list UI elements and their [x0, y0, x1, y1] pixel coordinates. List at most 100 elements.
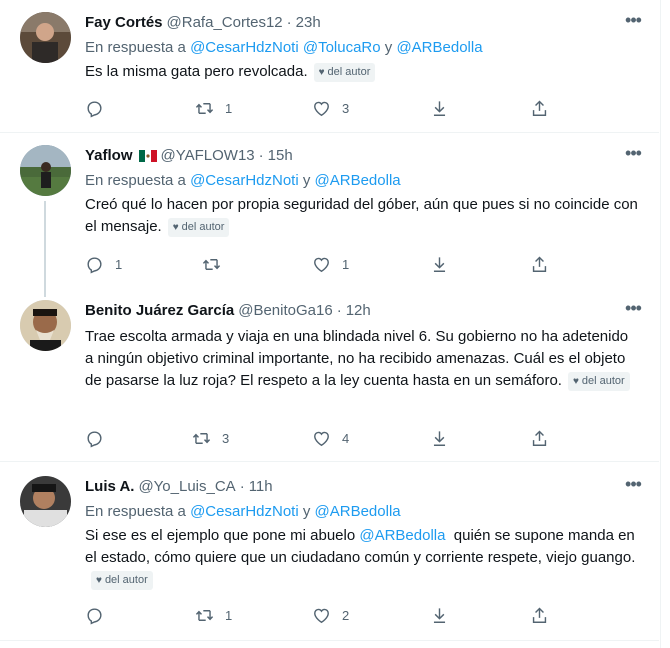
- avatar[interactable]: [20, 476, 71, 527]
- more-icon[interactable]: •••: [623, 475, 643, 498]
- download-icon: [433, 607, 446, 623]
- tweet-actions: 1 3: [85, 97, 555, 119]
- mention-link[interactable]: @ARBedolla: [315, 503, 401, 520]
- divider: [0, 640, 659, 641]
- like-count: 3: [342, 100, 350, 116]
- author-name[interactable]: Yaflow: [85, 145, 133, 167]
- author-name[interactable]: Luis A.: [85, 476, 134, 498]
- author-badge: ♥ del autor: [167, 218, 230, 237]
- tweet-actions: 1 2: [85, 604, 555, 626]
- tweet-header: Fay Cortés @Rafa_Cortes12 · 23h: [85, 12, 639, 34]
- tweet-actions: 3 4: [85, 427, 555, 449]
- avatar[interactable]: [20, 300, 71, 351]
- retweet-icon: [195, 609, 214, 621]
- mention-link[interactable]: @ARBedolla: [315, 172, 401, 189]
- share-button[interactable]: [530, 427, 549, 449]
- like-button[interactable]: 2: [312, 604, 349, 626]
- reply-conjunction: y: [384, 39, 393, 56]
- tweet-time[interactable]: 23h: [296, 12, 321, 34]
- mexico-flag-icon: [138, 150, 157, 162]
- avatar[interactable]: [20, 145, 71, 196]
- share-button[interactable]: [530, 253, 549, 275]
- retweet-button[interactable]: 1: [195, 97, 232, 119]
- retweet-icon: [202, 258, 221, 270]
- avatar[interactable]: [20, 12, 71, 63]
- author-handle[interactable]: @BenitoGa16: [238, 300, 332, 322]
- tweet-time[interactable]: 15h: [268, 145, 293, 167]
- like-count: 1: [342, 256, 350, 272]
- reply-icon: [87, 607, 102, 625]
- download-button[interactable]: [430, 427, 449, 449]
- timeline: Fay Cortés @Rafa_Cortes12 · 23h ••• En r…: [0, 0, 661, 648]
- download-button[interactable]: [430, 604, 449, 626]
- mention-link[interactable]: @CesarHdzNoti: [190, 39, 299, 56]
- retweet-count: 3: [222, 430, 230, 446]
- separator-dot: ·: [286, 14, 292, 31]
- share-button[interactable]: [530, 97, 549, 119]
- tweet[interactable]: Yaflow @YAFLOW13 · 15h ••• En respuesta …: [0, 133, 659, 283]
- author-handle[interactable]: @Yo_Luis_CA: [138, 476, 235, 498]
- like-button[interactable]: 1: [312, 253, 349, 275]
- retweet-icon: [192, 432, 211, 444]
- like-icon: [314, 431, 329, 446]
- like-button[interactable]: 3: [312, 97, 349, 119]
- like-icon: [314, 101, 329, 116]
- reply-button[interactable]: [85, 604, 115, 626]
- tweet-actions: 1 1: [85, 253, 555, 275]
- download-button[interactable]: [430, 253, 449, 275]
- reply-button[interactable]: [85, 427, 115, 449]
- tweet-header: Benito Juárez García @BenitoGa16 · 12h: [85, 300, 639, 322]
- tweet-text: Es la misma gata pero revolcada. ♥ del aut…: [85, 61, 639, 83]
- mention-link[interactable]: @CesarHdzNoti: [190, 172, 299, 189]
- tweet-time[interactable]: 11h: [249, 476, 273, 498]
- download-icon: [433, 430, 446, 446]
- more-icon[interactable]: •••: [623, 11, 643, 34]
- author-name[interactable]: Benito Juárez García: [85, 300, 234, 322]
- retweet-button[interactable]: [202, 253, 232, 275]
- tweet[interactable]: Luis A. @Yo_Luis_CA · 11h ••• En respues…: [0, 462, 659, 640]
- tweet[interactable]: Benito Juárez García @BenitoGa16 · 12h •…: [0, 297, 659, 461]
- share-button[interactable]: [530, 604, 549, 626]
- reply-icon: [87, 100, 102, 118]
- retweet-button[interactable]: 3: [192, 427, 229, 449]
- mention-link[interactable]: @ARBedolla: [396, 39, 482, 56]
- retweet-count: 1: [225, 607, 233, 623]
- tweet-time[interactable]: 12h: [346, 300, 371, 322]
- reply-prefix: En respuesta a: [85, 39, 186, 56]
- retweet-button[interactable]: 1: [195, 604, 232, 626]
- tweet[interactable]: Fay Cortés @Rafa_Cortes12 · 23h ••• En r…: [0, 0, 659, 132]
- reply-context: En respuesta a @CesarHdzNoti @TolucaRo y…: [85, 37, 639, 59]
- download-button[interactable]: [430, 97, 449, 119]
- heart-icon: ♥: [318, 67, 325, 78]
- author-name[interactable]: Fay Cortés: [85, 12, 163, 34]
- tweet-header: Luis A. @Yo_Luis_CA · 11h: [85, 476, 639, 498]
- reply-conjunction: y: [302, 503, 311, 520]
- tweet-body-start: Si ese es el ejemplo que pone mi abuelo: [85, 527, 360, 544]
- mention-link[interactable]: @CesarHdzNoti: [190, 503, 299, 520]
- heart-icon: ♥: [172, 222, 179, 233]
- share-icon: [532, 100, 547, 116]
- reply-icon: [87, 430, 102, 448]
- author-badge: ♥ del autor: [313, 63, 376, 82]
- tweet-body: Es la misma gata pero revolcada.: [85, 63, 308, 80]
- like-button[interactable]: 4: [312, 427, 349, 449]
- download-icon: [433, 100, 446, 116]
- tweet-header: Yaflow @YAFLOW13 · 15h: [85, 145, 639, 167]
- mention-link[interactable]: @TolucaRo: [303, 39, 381, 56]
- like-count: 4: [342, 430, 350, 446]
- reply-icon: [87, 256, 102, 274]
- retweet-icon: [195, 102, 214, 114]
- separator-dot: ·: [258, 147, 264, 164]
- like-count: 2: [342, 607, 350, 623]
- like-icon: [314, 608, 329, 623]
- retweet-count: 1: [225, 100, 233, 116]
- author-badge-label: del autor: [181, 221, 225, 233]
- reply-button[interactable]: [85, 97, 115, 119]
- more-icon[interactable]: •••: [623, 144, 643, 167]
- author-handle[interactable]: @Rafa_Cortes12: [167, 12, 283, 34]
- reply-button[interactable]: 1: [85, 253, 122, 275]
- author-handle[interactable]: @YAFLOW13: [161, 145, 255, 167]
- mention-link[interactable]: @ARBedolla: [359, 527, 445, 544]
- reply-prefix: En respuesta a: [85, 503, 186, 520]
- more-icon[interactable]: •••: [623, 299, 643, 322]
